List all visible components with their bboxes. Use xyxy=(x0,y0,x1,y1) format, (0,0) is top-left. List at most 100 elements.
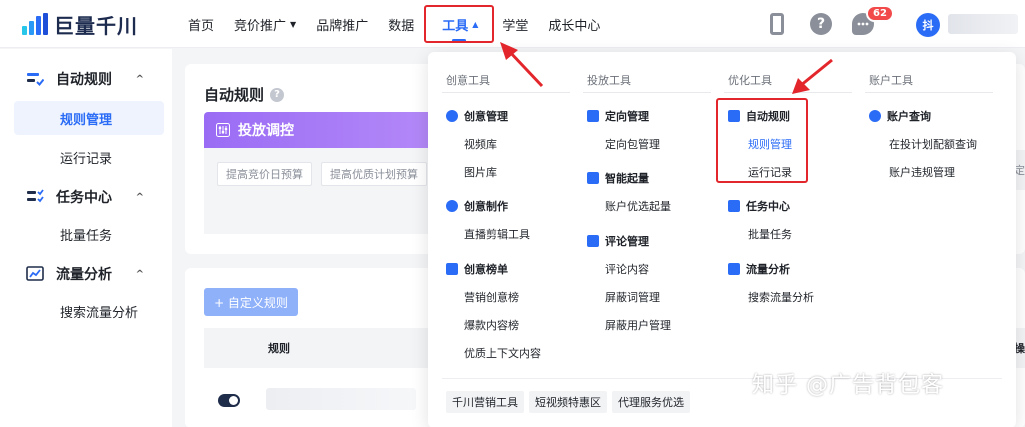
task-center-icon xyxy=(728,200,740,212)
nav-bidding-label: 竞价推广 xyxy=(234,18,287,34)
nav-growth-center[interactable]: 成长中心 xyxy=(538,0,610,48)
menu-item-batch-tasks[interactable]: 批量任务 xyxy=(748,226,792,242)
logo[interactable]: 巨量千川 xyxy=(22,10,138,38)
section-title: 任务中心 xyxy=(746,200,790,213)
sidebar-item-run-records[interactable]: 运行记录 xyxy=(14,140,164,174)
section-creative-management: 创意管理 xyxy=(446,108,508,124)
link-short-video-deals[interactable]: 短视频特惠区 xyxy=(529,391,607,413)
section-comment-management: 评论管理 xyxy=(587,233,649,249)
menu-item-account-boost[interactable]: 账户优选起量 xyxy=(605,198,671,214)
traffic-analysis-icon xyxy=(26,266,44,281)
section-title: 流量分析 xyxy=(746,263,790,276)
section-account-query: 账户查询 xyxy=(869,108,931,124)
user-target-icon xyxy=(587,110,599,122)
section-title: 创意榜单 xyxy=(464,263,508,276)
sidebar-item-search-traffic-analysis[interactable]: 搜索流量分析 xyxy=(14,294,164,328)
sidebar-group-auto-rules[interactable]: 自动规则 ^ xyxy=(0,59,172,99)
menu-item-hot-content-ranking[interactable]: 爆款内容榜 xyxy=(464,317,519,333)
sidebar: 自动规则 ^ 规则管理 运行记录 任务中心 ^ 批量任务 流量分析 ^ 搜索流量… xyxy=(0,49,172,427)
nav-data-label: 数据 xyxy=(388,18,415,34)
nav-home[interactable]: 首页 xyxy=(178,0,224,48)
menu-item-account-violations[interactable]: 账户违规管理 xyxy=(889,164,955,180)
logo-text: 巨量千川 xyxy=(54,13,138,38)
page-title: 自动规则? xyxy=(204,84,285,105)
rule-name-blurred xyxy=(266,388,416,410)
link-qianchuan-marketing-tools[interactable]: 千川营销工具 xyxy=(446,391,524,413)
delivery-control-banner: 投放调控 xyxy=(204,112,444,148)
rule-enabled-toggle[interactable] xyxy=(218,394,240,407)
annotation-box-tools-nav xyxy=(424,5,494,43)
menu-item-blocked-words[interactable]: 屏蔽词管理 xyxy=(605,289,660,305)
chevron-up-icon: ^ xyxy=(135,191,144,203)
section-smart-boost: 智能起量 xyxy=(587,170,649,186)
avatar[interactable]: 抖 xyxy=(916,13,940,37)
annotation-box-auto-rules xyxy=(716,98,808,183)
menu-item-video-library[interactable]: 视频库 xyxy=(464,136,497,152)
table-header: 规则 xyxy=(204,328,434,368)
column-heading-optimization-tools: 优化工具 xyxy=(728,74,772,87)
sidebar-item-rule-management[interactable]: 规则管理 xyxy=(14,101,164,135)
avatar-text: 抖 xyxy=(922,19,934,32)
nav-brand-label: 品牌推广 xyxy=(316,18,369,34)
main-nav: 首页 竞价推广 ▼ 品牌推广 数据 工具 ▲ 学堂 成长中心 xyxy=(178,0,610,48)
menu-item-marketing-creative-ranking[interactable]: 营销创意榜 xyxy=(464,289,519,305)
divider xyxy=(583,92,711,93)
help-glyph: ? xyxy=(816,16,826,32)
menu-item-quality-context-content[interactable]: 优质上下文内容 xyxy=(464,345,541,361)
menu-item-plan-quota-query[interactable]: 在投计划配额查询 xyxy=(889,136,977,152)
top-navigation-bar: 巨量千川 首页 竞价推广 ▼ 品牌推广 数据 工具 ▲ 学堂 成长中心 ? 62 抖 xyxy=(0,0,1025,48)
section-title: 创意管理 xyxy=(464,110,508,123)
nav-brand-promotion[interactable]: 品牌推广 xyxy=(306,0,378,48)
menu-item-targeting-package[interactable]: 定向包管理 xyxy=(605,136,660,152)
page-title-text: 自动规则 xyxy=(204,86,265,104)
account-query-icon xyxy=(869,110,881,122)
section-creative-production: 创意制作 xyxy=(446,198,508,214)
nav-data[interactable]: 数据 xyxy=(378,0,424,48)
section-title: 创意制作 xyxy=(464,200,508,213)
mobile-phone-icon[interactable] xyxy=(770,13,784,35)
section-title: 定向管理 xyxy=(605,110,649,123)
divider xyxy=(442,92,570,93)
nav-academy[interactable]: 学堂 xyxy=(492,0,538,48)
nav-home-label: 首页 xyxy=(188,18,215,34)
column-header-rule: 规则 xyxy=(268,342,290,355)
rule-template-chip[interactable]: 提高竞价日预算 xyxy=(217,162,312,186)
task-center-icon xyxy=(27,189,44,203)
lightbulb-icon xyxy=(446,110,458,122)
chevron-down-icon: ▼ xyxy=(290,19,297,29)
menu-item-search-traffic-analysis[interactable]: 搜索流量分析 xyxy=(748,289,814,305)
sliders-icon xyxy=(216,123,230,137)
account-name-blurred[interactable] xyxy=(948,14,1018,34)
menu-item-blocked-users[interactable]: 屏蔽用户管理 xyxy=(605,317,671,333)
sidebar-group-label: 任务中心 xyxy=(56,190,112,206)
logo-bars-icon xyxy=(22,13,48,35)
trend-up-icon xyxy=(587,172,599,184)
sidebar-group-task-center[interactable]: 任务中心 ^ xyxy=(0,177,172,217)
menu-item-comment-content[interactable]: 评论内容 xyxy=(605,261,649,277)
sidebar-group-label: 自动规则 xyxy=(56,72,112,88)
nav-growth-label: 成长中心 xyxy=(548,18,601,34)
section-task-center: 任务中心 xyxy=(728,198,790,214)
ranking-icon xyxy=(446,263,458,275)
column-heading-account-tools: 账户工具 xyxy=(869,74,913,87)
sidebar-group-traffic-analysis[interactable]: 流量分析 ^ xyxy=(0,254,172,294)
sidebar-item-batch-tasks[interactable]: 批量任务 xyxy=(14,217,164,251)
add-custom-rule-button[interactable]: + 自定义规则 xyxy=(204,288,298,316)
add-custom-rule-label: + 自定义规则 xyxy=(214,295,288,310)
chip-label: 提高优质计划预算 xyxy=(330,168,418,181)
traffic-analysis-icon xyxy=(728,263,740,275)
rule-template-chip[interactable]: 提高优质计划预算 xyxy=(321,162,427,186)
menu-item-image-library[interactable]: 图片库 xyxy=(464,164,497,180)
nav-bidding-promotion[interactable]: 竞价推广 ▼ xyxy=(224,0,306,48)
menu-item-live-clip-tool[interactable]: 直播剪辑工具 xyxy=(464,226,530,242)
chevron-up-icon: ^ xyxy=(135,268,144,280)
help-icon[interactable]: ? xyxy=(810,13,832,35)
link-agency-services[interactable]: 代理服务优选 xyxy=(612,391,690,413)
sidebar-item-label: 搜索流量分析 xyxy=(60,305,139,321)
auto-rule-icon xyxy=(27,73,44,86)
dots-icon xyxy=(857,22,869,26)
help-icon[interactable]: ? xyxy=(270,87,285,102)
message-count-badge: 62 xyxy=(866,5,894,22)
chevron-up-icon: ^ xyxy=(135,73,144,85)
sidebar-item-label: 运行记录 xyxy=(60,151,113,167)
